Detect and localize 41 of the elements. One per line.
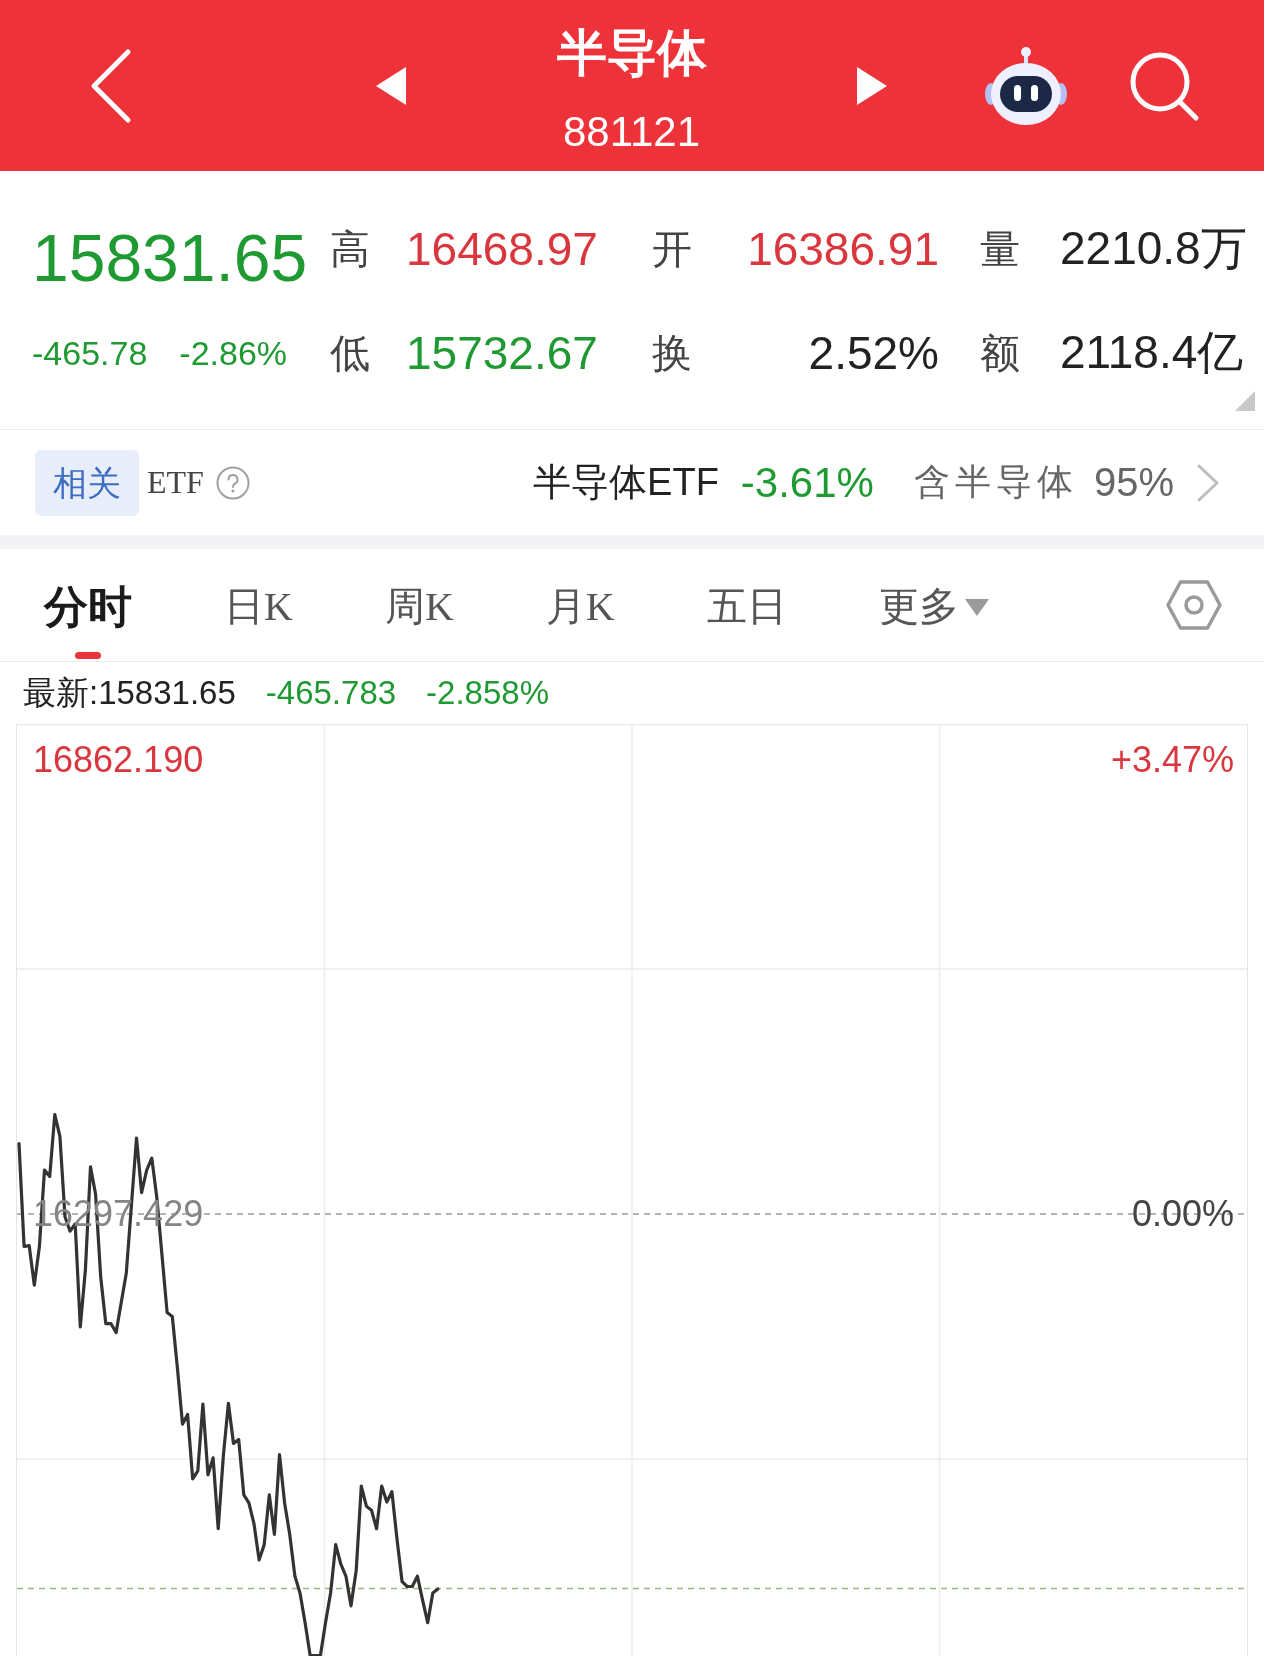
percent-label: +3.47%	[1110, 740, 1234, 780]
left-triangle-icon[interactable]	[376, 66, 406, 105]
right-triangle-icon[interactable]	[857, 66, 887, 105]
related-tag: 相关	[35, 449, 139, 516]
change-value: -465.78	[32, 333, 148, 373]
tab[interactable]: 五日	[706, 582, 787, 659]
stat-value: 2118.4亿	[1060, 325, 1245, 380]
help-icon[interactable]	[215, 465, 250, 500]
tab[interactable]: 分时	[44, 582, 132, 659]
latest-change: -465.783	[265, 674, 397, 712]
stock-code: 881121	[562, 108, 700, 156]
percent-label: 0.00%	[1131, 1194, 1234, 1234]
stat-value: 2210.8万	[1060, 221, 1248, 276]
tab[interactable]: 周K	[384, 582, 454, 659]
menu-tab[interactable]: 更多	[878, 582, 989, 659]
stat-label: 开	[652, 225, 693, 274]
robot-icon[interactable]	[984, 45, 1068, 126]
stat-label: 高	[330, 225, 371, 274]
latest-change-percent: -2.858%	[426, 674, 549, 712]
stat-value: 15732.67	[406, 326, 599, 380]
page-title: 半导体	[556, 25, 707, 81]
fund-change: -3.61%	[740, 458, 874, 507]
stat-label: 低	[330, 329, 371, 378]
change-percent: -2.86%	[179, 333, 288, 373]
stat-label: 换	[652, 329, 693, 378]
settings-icon[interactable]	[1166, 580, 1222, 630]
tab[interactable]: 月K	[545, 582, 615, 659]
stat-value: 16386.91	[747, 222, 939, 276]
fund-name[interactable]: 半导体ETF	[533, 457, 719, 508]
axis-label: 16862.190	[33, 740, 204, 780]
latest-price: 最新:15831.65	[23, 672, 236, 713]
stat-label: 量	[979, 225, 1021, 274]
tab[interactable]: 日K	[224, 582, 293, 659]
holding-value: 95%	[1093, 460, 1174, 505]
caret-icon	[964, 599, 989, 616]
holding-label: 含半导体	[913, 461, 1078, 504]
stat-value: 16468.97	[406, 222, 599, 276]
stat-label: 额	[979, 329, 1021, 378]
price-value: 15831.65	[32, 220, 309, 296]
stat-value: 2.52%	[808, 326, 939, 380]
etf-label: ETF	[147, 464, 204, 501]
